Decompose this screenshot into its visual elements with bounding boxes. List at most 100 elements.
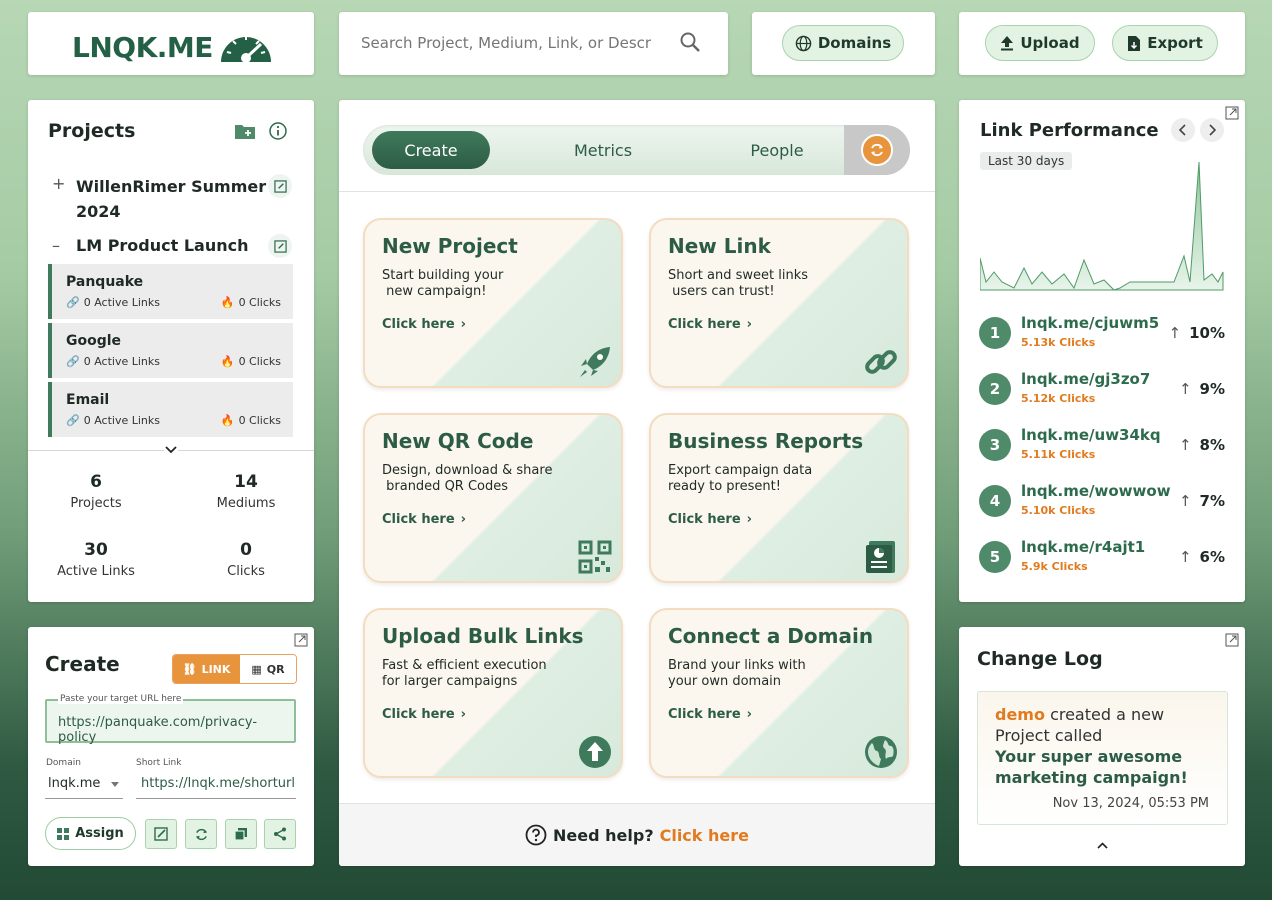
arrow-up-icon: ↑ (1178, 380, 1192, 398)
project-item-lm-product-launch[interactable]: – LM Product Launch (52, 236, 249, 255)
click-here-link[interactable]: Click here › (668, 317, 752, 332)
upload-label: Upload (1020, 34, 1080, 52)
add-folder-icon[interactable] (234, 121, 256, 141)
change-log-user[interactable]: demo (995, 705, 1045, 724)
rank-badge: 5 (979, 541, 1011, 573)
speedometer-icon (217, 28, 275, 66)
performance-clicks: 5.13k Clicks (1021, 336, 1096, 349)
chevron-down-icon[interactable] (164, 444, 178, 456)
change-log-project[interactable]: Your super awesome marketing campaign! (995, 746, 1220, 788)
medium-item[interactable]: Panquake 🔗 0 Active Links 🔥 0 Clicks (48, 264, 293, 319)
help-link[interactable]: Click here (660, 826, 749, 845)
share-button[interactable] (264, 819, 296, 849)
link-icon: 🔗 (66, 414, 80, 427)
change-log-entry: demo created a new Project called Your s… (977, 691, 1228, 825)
medium-item[interactable]: Email 🔗 0 Active Links 🔥 0 Clicks (48, 382, 293, 437)
medium-item[interactable]: Google 🔗 0 Active Links 🔥 0 Clicks (48, 323, 293, 378)
new-link-card[interactable]: New Link Short and sweet links users can… (649, 218, 909, 388)
medium-active-links: 0 Active Links (83, 355, 160, 368)
chevron-right-icon: › (746, 512, 752, 527)
connect-domain-card[interactable]: Connect a Domain Brand your links with y… (649, 608, 909, 778)
domain-select[interactable]: lnqk.me (45, 773, 123, 799)
performance-clicks: 5.12k Clicks (1021, 392, 1096, 405)
info-icon[interactable] (269, 122, 287, 140)
chevron-right-icon: › (460, 317, 466, 332)
project-item-willenrimer[interactable]: + WillenRimer Summer 2024 (52, 174, 266, 224)
dropdown-arrow-icon (111, 782, 119, 787)
sync-button[interactable] (844, 125, 910, 175)
toggle-link-button[interactable]: ⛓ LINK (173, 655, 240, 683)
click-here-link[interactable]: Click here › (668, 707, 752, 722)
medium-name: Google (66, 333, 122, 349)
performance-link[interactable]: lnqk.me/r4ajt1 (1021, 538, 1145, 556)
performance-link[interactable]: lnqk.me/cjuwm5 (1021, 314, 1159, 332)
click-here-link[interactable]: Click here › (668, 512, 752, 527)
assign-button[interactable]: Assign (45, 817, 136, 850)
project-label: LM Product Launch (76, 236, 249, 255)
upload-icon (1000, 35, 1014, 51)
chevron-up-icon[interactable] (1097, 842, 1108, 849)
refresh-button[interactable] (185, 819, 217, 849)
new-project-card[interactable]: New Project Start building your new camp… (363, 218, 623, 388)
file-export-icon (1127, 35, 1141, 52)
toggle-qr-button[interactable]: ▦ QR (240, 655, 296, 683)
logo[interactable]: LNQK.ME (72, 28, 275, 66)
link-performance-panel: Link Performance Last 30 days 1 lnqk.me/… (959, 100, 1245, 602)
upload-bulk-links-card[interactable]: Upload Bulk Links Fast & efficient execu… (363, 608, 623, 778)
expand-icon[interactable]: + (52, 174, 76, 224)
expand-icon[interactable] (294, 633, 308, 647)
globe-icon (795, 35, 812, 52)
chevron-right-icon: › (746, 707, 752, 722)
domains-card: Domains (752, 12, 935, 75)
medium-name: Email (66, 392, 110, 408)
medium-clicks: 0 Clicks (238, 355, 281, 368)
next-button[interactable] (1200, 118, 1224, 142)
logo-card: LNQK.ME (28, 12, 314, 75)
export-label: Export (1147, 34, 1203, 52)
prev-button[interactable] (1171, 118, 1195, 142)
projects-panel: Projects + WillenRimer Summer 2024 – LM … (28, 100, 314, 602)
chevron-left-icon (1179, 124, 1187, 136)
search-input[interactable] (361, 30, 651, 56)
performance-pct: ↑ 9% (1178, 380, 1225, 398)
medium-active-links: 0 Active Links (83, 296, 160, 309)
edit-project-icon[interactable] (268, 174, 292, 198)
click-here-link[interactable]: Click here › (382, 512, 466, 527)
edit-button[interactable] (145, 819, 177, 849)
performance-link[interactable]: lnqk.me/wowwow (1021, 482, 1171, 500)
arrow-up-icon: ↑ (1168, 324, 1182, 342)
logo-text: LNQK.ME (72, 30, 213, 64)
url-field-value: https://panquake.com/privacy-policy (58, 715, 258, 745)
rank-badge: 2 (979, 373, 1011, 405)
click-here-link[interactable]: Click here › (382, 707, 466, 722)
rank-badge: 1 (979, 317, 1011, 349)
performance-link[interactable]: lnqk.me/uw34kq (1021, 426, 1161, 444)
search-icon[interactable] (679, 31, 701, 53)
new-qr-code-card[interactable]: New QR Code Design, download & share bra… (363, 413, 623, 583)
tab-create[interactable]: Create (372, 131, 490, 169)
edit-project-icon[interactable] (268, 234, 292, 258)
refresh-icon (194, 827, 209, 842)
share-icon (273, 827, 287, 841)
click-here-link[interactable]: Click here › (382, 317, 466, 332)
business-reports-card[interactable]: Business Reports Export campaign data re… (649, 413, 909, 583)
link-icon: 🔗 (66, 355, 80, 368)
copy-button[interactable] (225, 819, 257, 849)
expand-icon[interactable] (1225, 633, 1239, 647)
chevron-right-icon (1208, 124, 1216, 136)
help-icon (525, 824, 547, 846)
domains-button[interactable]: Domains (782, 25, 904, 61)
tab-metrics[interactable]: Metrics (543, 131, 663, 169)
upload-button[interactable]: Upload (985, 25, 1095, 61)
expand-icon[interactable] (1225, 106, 1239, 120)
collapse-icon[interactable]: – (52, 236, 76, 255)
help-bar: Need help? Click here (339, 803, 935, 866)
export-button[interactable]: Export (1112, 25, 1218, 61)
search-card (339, 12, 728, 75)
performance-link[interactable]: lnqk.me/gj3zo7 (1021, 370, 1150, 388)
upload-icon (577, 734, 613, 770)
short-link-input[interactable]: https://lnqk.me/shorturl (136, 773, 296, 799)
tab-people[interactable]: People (717, 131, 837, 169)
url-field[interactable]: https://panquake.com/privacy-policy (45, 699, 296, 745)
link-icon (863, 344, 899, 380)
